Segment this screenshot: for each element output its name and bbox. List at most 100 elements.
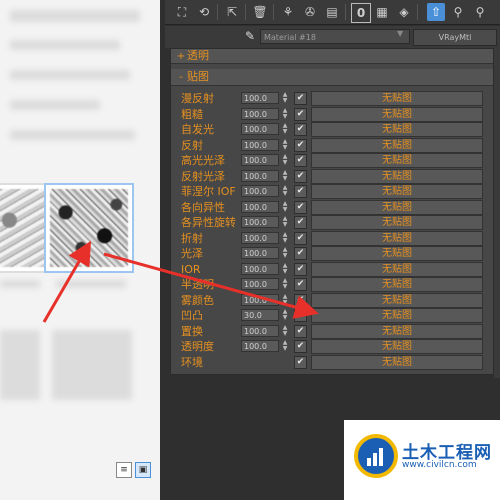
spinner-icon[interactable]: ▲ ▼ — [281, 185, 289, 197]
map-amount-field[interactable]: 100.0 — [241, 262, 279, 275]
map-enable-checkbox[interactable]: ✔ — [294, 92, 307, 105]
spinner-icon[interactable]: ▲ ▼ — [281, 278, 289, 290]
map-amount-field[interactable]: 100.0 — [241, 138, 279, 151]
spinner-icon[interactable]: ▲ ▼ — [281, 138, 289, 151]
eyedropper-icon[interactable]: ✎ — [245, 28, 259, 44]
spinner-icon[interactable]: ▲ ▼ — [281, 200, 289, 213]
map-enable-checkbox[interactable]: ✔ — [294, 340, 307, 353]
material-map-icon[interactable]: ⚘ — [279, 3, 297, 21]
map-slot-button[interactable]: 无贴图 — [311, 184, 483, 199]
pick-from-object-icon[interactable]: ⚲ — [471, 3, 489, 21]
map-enable-checkbox[interactable]: ✔ — [294, 247, 307, 260]
thumbnail-view-icon[interactable]: ▣ — [135, 462, 151, 478]
map-row: IOR 100.0 ▲ ▼ ✔ 无贴图 — [171, 261, 493, 277]
map-slot-button[interactable]: 无贴图 — [311, 91, 483, 106]
map-enable-checkbox[interactable]: ✔ — [294, 200, 307, 214]
show-end-result-icon[interactable]: ◈ — [395, 3, 413, 21]
map-slot-button[interactable]: 无贴图 — [311, 168, 483, 184]
spinner-icon[interactable]: ▲ ▼ — [281, 340, 289, 352]
map-amount-field[interactable]: 100.0 — [241, 107, 279, 120]
texture-thumbnail-selected[interactable] — [44, 183, 134, 273]
map-slot-button[interactable]: 无贴图 — [311, 354, 483, 370]
map-enable-checkbox[interactable]: ✔ — [294, 231, 307, 245]
map-slot-button[interactable]: 无贴图 — [311, 323, 483, 339]
spinner-icon[interactable]: ▲ ▼ — [281, 154, 289, 166]
pick-material-icon[interactable]: ⛶ — [173, 3, 191, 21]
map-enable-checkbox[interactable]: ✔ — [294, 309, 307, 322]
show-map-icon[interactable]: ✇ — [301, 3, 319, 21]
save-icon[interactable]: ▤ — [323, 3, 341, 21]
map-enable-checkbox[interactable]: ✔ — [294, 123, 307, 136]
blurred-text — [56, 280, 126, 288]
go-forward-icon[interactable]: ⚲ — [449, 3, 467, 21]
maps-panel: + 透明 - 贴图 漫反射 100.0 ▲ ▼ ✔ 无贴图 粗糙 100.0 ▲ ▼ ✔ 无贴图 自发光 10… — [170, 48, 494, 375]
map-enable-checkbox[interactable]: ✔ — [294, 355, 307, 369]
map-slot-button[interactable]: 无贴图 — [311, 106, 483, 122]
material-name-field[interactable]: Material #18 — [260, 29, 410, 44]
map-slot-button[interactable]: 无贴图 — [311, 137, 483, 153]
map-slot-button[interactable]: 无贴图 — [311, 277, 483, 292]
spinner-icon[interactable]: ▲ ▼ — [281, 324, 289, 337]
map-row-label: 凹凸 — [181, 309, 203, 322]
expand-icon: + — [176, 51, 186, 62]
delete-icon[interactable]: 🗑 — [251, 3, 269, 21]
map-amount-field[interactable]: 100.0 — [241, 185, 279, 197]
spinner-icon[interactable]: ▲ ▼ — [281, 262, 289, 275]
map-slot-button[interactable]: 无贴图 — [311, 153, 483, 168]
map-enable-checkbox[interactable]: ✔ — [294, 107, 307, 121]
material-type-button[interactable]: VRayMtl — [413, 29, 497, 46]
map-amount-field[interactable]: 100.0 — [241, 200, 279, 213]
map-enable-checkbox[interactable]: ✔ — [294, 262, 307, 276]
map-slot-button[interactable]: 无贴图 — [311, 215, 483, 230]
map-enable-checkbox[interactable]: ✔ — [294, 293, 307, 307]
spinner-icon[interactable]: ▲ ▼ — [281, 123, 289, 135]
map-enable-checkbox[interactable]: ✔ — [294, 324, 307, 338]
chevron-down-icon[interactable]: ▼ — [397, 29, 403, 38]
list-view-icon[interactable]: ≡ — [116, 462, 132, 478]
map-amount-field[interactable]: 100.0 — [241, 169, 279, 182]
collapse-icon: - — [179, 72, 183, 83]
map-slot-button[interactable]: 无贴图 — [311, 261, 483, 277]
go-parent-icon[interactable]: ⇧ — [427, 3, 445, 21]
spinner-icon[interactable]: ▲ ▼ — [281, 247, 289, 259]
map-enable-checkbox[interactable]: ✔ — [294, 169, 307, 183]
map-amount-field[interactable]: 100.0 — [241, 154, 279, 166]
get-material-icon[interactable]: ⟲ — [195, 3, 213, 21]
map-slot-button[interactable]: 无贴图 — [311, 122, 483, 137]
map-amount-field[interactable]: 100.0 — [241, 216, 279, 228]
assign-icon[interactable]: ⇱ — [223, 3, 241, 21]
map-amount-field[interactable]: 100.0 — [241, 340, 279, 352]
material-id-icon[interactable]: 0 — [351, 3, 371, 23]
rollout-maps[interactable]: - 贴图 — [171, 69, 493, 86]
map-slot-button[interactable]: 无贴图 — [311, 199, 483, 215]
spinner-icon[interactable]: ▲ ▼ — [281, 92, 289, 104]
map-enable-checkbox[interactable]: ✔ — [294, 278, 307, 291]
map-enable-checkbox[interactable]: ✔ — [294, 185, 307, 198]
map-amount-field[interactable]: 100.0 — [241, 293, 279, 306]
spinner-icon[interactable]: ▲ ▼ — [281, 216, 289, 228]
panel-scrollbar[interactable] — [494, 48, 500, 378]
map-amount-field[interactable]: 100.0 — [241, 278, 279, 290]
rollout-transparency[interactable]: + 透明 — [171, 49, 493, 64]
map-amount-field[interactable]: 100.0 — [241, 231, 279, 244]
map-amount-field[interactable]: 100.0 — [241, 247, 279, 259]
spinner-icon[interactable]: ▲ ▼ — [281, 231, 289, 244]
spinner-icon[interactable]: ▲ ▼ — [281, 309, 289, 321]
map-amount-field[interactable]: 100.0 — [241, 123, 279, 135]
map-enable-checkbox[interactable]: ✔ — [294, 154, 307, 167]
show-background-icon[interactable]: ▦ — [373, 3, 391, 21]
spinner-icon[interactable]: ▲ ▼ — [281, 169, 289, 182]
map-slot-button[interactable]: 无贴图 — [311, 230, 483, 246]
map-slot-button[interactable]: 无贴图 — [311, 292, 483, 308]
blurred-text — [10, 130, 135, 140]
map-enable-checkbox[interactable]: ✔ — [294, 138, 307, 152]
map-amount-field[interactable]: 100.0 — [241, 324, 279, 337]
spinner-icon[interactable]: ▲ ▼ — [281, 293, 289, 306]
spinner-icon[interactable]: ▲ ▼ — [281, 107, 289, 120]
map-slot-button[interactable]: 无贴图 — [311, 308, 483, 323]
map-slot-button[interactable]: 无贴图 — [311, 246, 483, 261]
map-enable-checkbox[interactable]: ✔ — [294, 216, 307, 229]
map-amount-field[interactable]: 100.0 — [241, 92, 279, 104]
map-amount-field[interactable]: 30.0 — [241, 309, 279, 321]
map-slot-button[interactable]: 无贴图 — [311, 339, 483, 354]
